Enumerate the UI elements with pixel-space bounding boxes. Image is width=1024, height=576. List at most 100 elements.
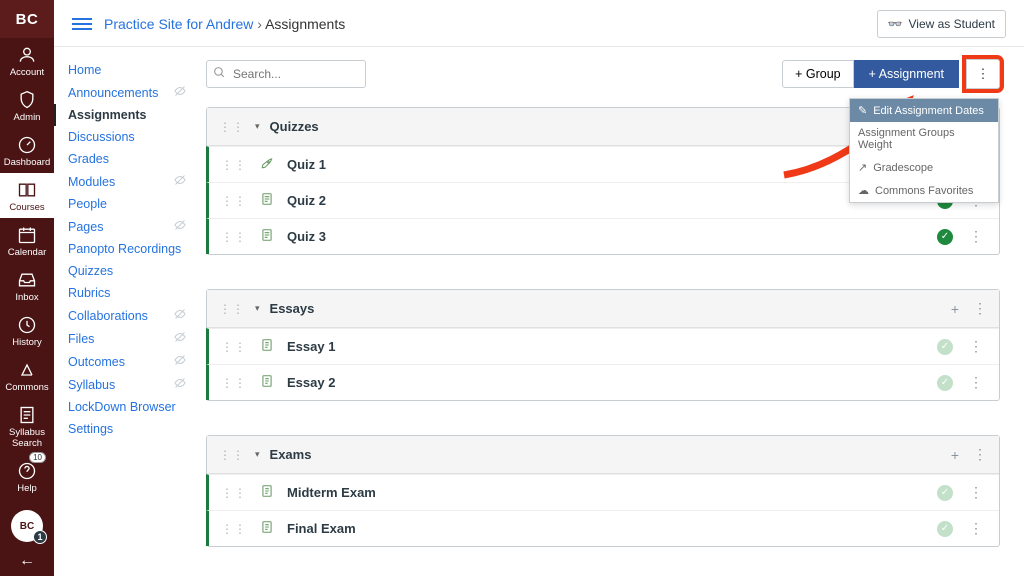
group-more-button[interactable]: ⋮	[973, 446, 987, 463]
hidden-icon	[174, 219, 186, 234]
nav-dashboard[interactable]: Dashboard	[0, 128, 54, 173]
courses-icon	[16, 179, 38, 201]
nav-calendar[interactable]: Calendar	[0, 218, 54, 263]
topbar: Practice Site for Andrew › Assignments 👓…	[54, 0, 1024, 47]
nav-help[interactable]: Help10	[0, 454, 54, 499]
drag-handle-icon[interactable]: ⋮⋮	[221, 381, 247, 385]
breadcrumb-course[interactable]: Practice Site for Andrew	[104, 16, 253, 32]
nav-commons[interactable]: Commons	[0, 353, 54, 398]
content: + Group + Assignment ⋮ ✎ Edit Assignment…	[194, 47, 1024, 576]
row-more-button[interactable]: ⋮	[965, 374, 987, 391]
row-more-button[interactable]: ⋮	[965, 484, 987, 501]
coursenav-assignments[interactable]: Assignments	[54, 104, 194, 126]
drag-handle-icon[interactable]: ⋮⋮	[221, 527, 247, 531]
coursenav-outcomes[interactable]: Outcomes	[54, 350, 194, 373]
drag-handle-icon[interactable]: ⋮⋮	[221, 235, 247, 239]
assignment-link[interactable]: Final Exam	[287, 521, 925, 536]
row-more-button[interactable]: ⋮	[965, 520, 987, 537]
group-add-button[interactable]: +	[951, 301, 959, 317]
coursenav-home[interactable]: Home	[54, 59, 194, 81]
assignment-type-icon	[259, 484, 275, 501]
link-icon: ↗	[858, 161, 867, 174]
view-as-student-button[interactable]: 👓 View as Student	[877, 10, 1006, 38]
drag-handle-icon[interactable]: ⋮⋮	[219, 125, 245, 129]
drag-handle-icon[interactable]: ⋮⋮	[221, 163, 247, 167]
publish-toggle[interactable]: ✓	[937, 229, 953, 245]
coursenav-announcements[interactable]: Announcements	[54, 81, 194, 104]
menu-commons-favorites[interactable]: ☁ Commons Favorites	[850, 179, 998, 202]
assignment-link[interactable]: Essay 1	[287, 339, 925, 354]
coursenav-files[interactable]: Files	[54, 327, 194, 350]
hidden-icon	[174, 308, 186, 323]
publish-toggle[interactable]: ✓	[937, 375, 953, 391]
coursenav-settings[interactable]: Settings	[54, 418, 194, 440]
coursenav-syllabus[interactable]: Syllabus	[54, 373, 194, 396]
coursenav-rubrics[interactable]: Rubrics	[54, 282, 194, 304]
caret-down-icon[interactable]: ▾	[255, 303, 260, 314]
menu-gradescope[interactable]: ↗ Gradescope	[850, 156, 998, 179]
coursenav-people[interactable]: People	[54, 193, 194, 215]
drag-handle-icon[interactable]: ⋮⋮	[221, 491, 247, 495]
assignment-link[interactable]: Quiz 3	[287, 229, 925, 244]
glasses-icon: 👓	[888, 17, 903, 31]
nav-syllabus-search[interactable]: Syllabus Search	[0, 398, 54, 454]
add-group-button[interactable]: + Group	[782, 60, 854, 88]
hidden-icon	[174, 354, 186, 369]
coursenav-pages[interactable]: Pages	[54, 215, 194, 238]
group-title: Essays	[270, 301, 941, 316]
collapse-nav-icon[interactable]: ←	[0, 548, 54, 576]
brand-logo[interactable]: BC	[0, 0, 54, 38]
assignment-link[interactable]: Quiz 2	[287, 193, 925, 208]
menu-edit-dates[interactable]: ✎ Edit Assignment Dates	[850, 99, 998, 122]
drag-handle-icon[interactable]: ⋮⋮	[221, 345, 247, 349]
publish-toggle[interactable]: ✓	[937, 521, 953, 537]
assignment-row: ⋮⋮ Midterm Exam ✓ ⋮	[206, 474, 999, 510]
menu-group-weights[interactable]: Assignment Groups Weight	[850, 122, 998, 156]
more-options-button[interactable]: ⋮ ✎ Edit Assignment Dates Assignment Gro…	[966, 59, 1000, 89]
global-nav: BC AccountAdminDashboardCoursesCalendarI…	[0, 0, 54, 576]
row-more-button[interactable]: ⋮	[965, 338, 987, 355]
nav-history[interactable]: History	[0, 308, 54, 353]
group-more-button[interactable]: ⋮	[973, 300, 987, 317]
nav-courses[interactable]: Courses	[0, 173, 54, 218]
publish-toggle[interactable]: ✓	[937, 339, 953, 355]
drag-handle-icon[interactable]: ⋮⋮	[221, 199, 247, 203]
coursenav-grades[interactable]: Grades	[54, 148, 194, 170]
assignment-row: ⋮⋮ Quiz 3 ✓ ⋮	[206, 218, 999, 254]
search-input[interactable]	[206, 60, 366, 88]
assignment-link[interactable]: Quiz 1	[287, 157, 925, 172]
assignment-link[interactable]: Essay 2	[287, 375, 925, 390]
nav-account[interactable]: Account	[0, 38, 54, 83]
history-icon	[16, 314, 38, 336]
assignment-group: ⋮⋮ ▾ Essays + ⋮ ⋮⋮ Essay 1 ✓ ⋮ ⋮⋮ Essay …	[206, 289, 1000, 401]
help-icon	[16, 460, 38, 482]
publish-toggle[interactable]: ✓	[937, 485, 953, 501]
drag-handle-icon[interactable]: ⋮⋮	[219, 307, 245, 311]
drag-handle-icon[interactable]: ⋮⋮	[219, 453, 245, 457]
add-assignment-button[interactable]: + Assignment	[854, 60, 959, 88]
coursenav-collaborations[interactable]: Collaborations	[54, 304, 194, 327]
coursenav-panopto-recordings[interactable]: Panopto Recordings	[54, 238, 194, 260]
coursenav-lockdown-browser[interactable]: LockDown Browser	[54, 396, 194, 418]
nav-inbox[interactable]: Inbox	[0, 263, 54, 308]
breadcrumb-page: Assignments	[265, 16, 345, 32]
group-title: Exams	[270, 447, 941, 462]
avatar-button[interactable]: BC 1	[11, 510, 43, 542]
nav-admin[interactable]: Admin	[0, 83, 54, 128]
assignment-group: ⋮⋮ ▾ Exams + ⋮ ⋮⋮ Midterm Exam ✓ ⋮ ⋮⋮ Fi…	[206, 435, 1000, 547]
group-add-button[interactable]: +	[951, 447, 959, 463]
caret-down-icon[interactable]: ▾	[255, 449, 260, 460]
commons-icon: ☁	[858, 184, 869, 197]
coursenav-discussions[interactable]: Discussions	[54, 126, 194, 148]
action-row: + Group + Assignment ⋮ ✎ Edit Assignment…	[206, 59, 1000, 89]
search-icon	[213, 66, 226, 82]
assignment-link[interactable]: Midterm Exam	[287, 485, 925, 500]
coursenav-quizzes[interactable]: Quizzes	[54, 260, 194, 282]
caret-down-icon[interactable]: ▾	[255, 121, 260, 132]
hamburger-menu-icon[interactable]	[72, 18, 92, 30]
coursenav-modules[interactable]: Modules	[54, 170, 194, 193]
assignment-type-icon	[259, 156, 275, 173]
row-more-button[interactable]: ⋮	[965, 228, 987, 245]
hidden-icon	[174, 85, 186, 100]
pencil-icon: ✎	[858, 104, 867, 117]
